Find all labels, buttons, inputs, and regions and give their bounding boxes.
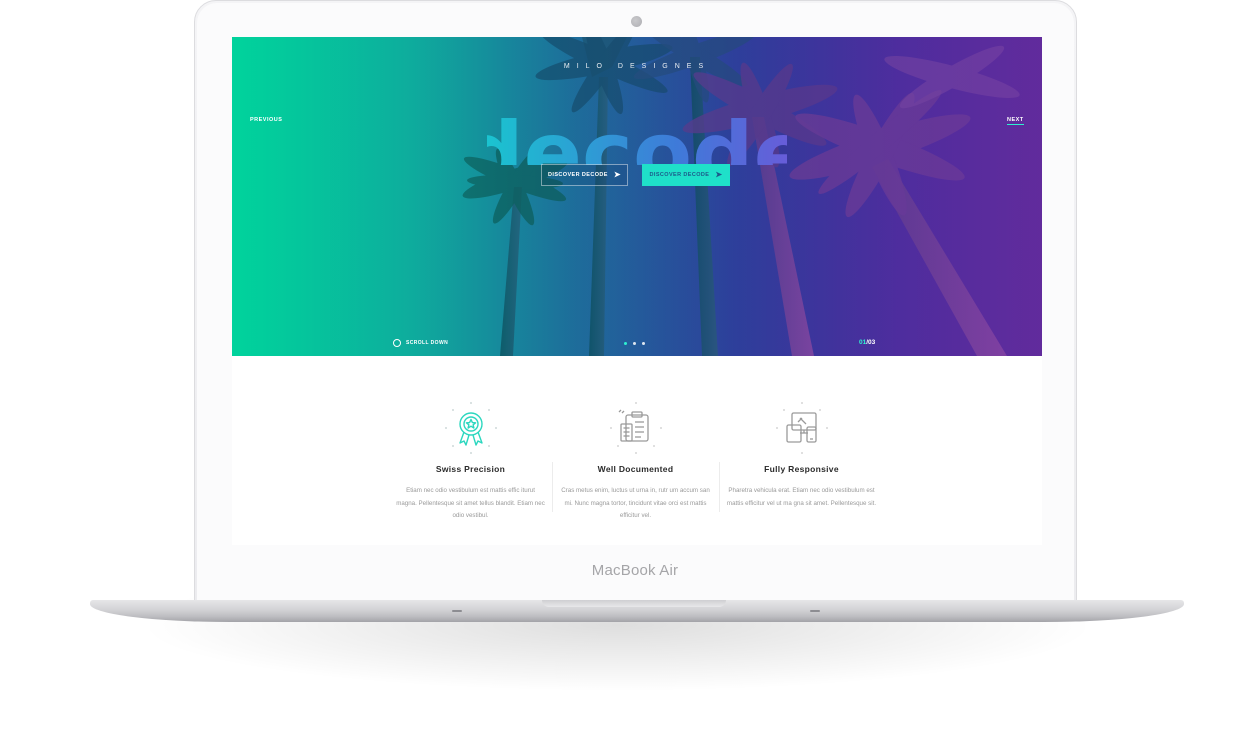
discover-decode-outline-button[interactable]: DISCOVER DECODE ➤ <box>541 164 628 186</box>
paper-plane-icon: ➤ <box>613 170 621 179</box>
feature-card-fully-responsive: Fully Responsive Pharetra vehicula erat.… <box>718 356 885 545</box>
laptop-notch <box>542 600 726 607</box>
feature-title: Fully Responsive <box>764 464 839 474</box>
slider-pagination <box>624 342 645 345</box>
slider-previous-link[interactable]: PREVIOUS <box>250 117 282 123</box>
feature-text: Pharetra vehicula erat. Etiam nec odio v… <box>726 487 877 507</box>
scroll-down-label: SCROLL DOWN <box>406 340 449 346</box>
hero-logo: decode <box>487 73 787 165</box>
clock-scroll-icon <box>393 339 401 347</box>
discover-decode-solid-button[interactable]: DISCOVER DECODE ➤ <box>642 164 730 186</box>
feature-card-well-documented: Well Documented Cras metus enim, luctus … <box>552 356 719 545</box>
feature-text: Cras metus enim, luctus ut urna in, rutr… <box>561 487 710 519</box>
feature-title: Well Documented <box>597 464 674 474</box>
slider-dot-1[interactable] <box>624 342 627 345</box>
paper-plane-icon: ➤ <box>715 170 723 179</box>
award-ribbon-icon <box>445 402 497 454</box>
base-vent-left <box>452 610 462 612</box>
clipboard-document-icon <box>610 402 662 454</box>
slider-dot-2[interactable] <box>633 342 636 345</box>
feature-text: Etiam nec odio vestibulum est mattis eff… <box>396 487 545 519</box>
slide-counter: 01/03 <box>859 339 875 346</box>
slide-total: 03 <box>868 339 876 346</box>
slider-dot-3[interactable] <box>642 342 645 345</box>
slider-next-link[interactable]: NEXT <box>1007 117 1024 125</box>
device-brand-label: MacBook Air <box>591 562 679 579</box>
hero-slider: MILO DESIGNES decode PREVIOUS NEXT DISCO… <box>232 37 1042 356</box>
button-solid-label: DISCOVER DECODE <box>649 172 710 178</box>
responsive-devices-icon <box>776 402 828 454</box>
hero-logo-text: decode <box>487 109 787 165</box>
laptop-screen: MILO DESIGNES decode PREVIOUS NEXT DISCO… <box>232 37 1042 545</box>
base-vent-right <box>810 610 820 612</box>
feature-title: Swiss Precision <box>435 464 506 474</box>
scroll-down-link[interactable]: SCROLL DOWN <box>393 339 448 347</box>
button-outline-label: DISCOVER DECODE <box>548 172 608 178</box>
hero-kicker: MILO DESIGNES <box>563 63 711 70</box>
camera-icon <box>631 16 642 27</box>
features-section: Swiss Precision Etiam nec odio vestibulu… <box>232 356 1042 545</box>
feature-card-swiss-precision: Swiss Precision Etiam nec odio vestibulu… <box>387 356 554 545</box>
